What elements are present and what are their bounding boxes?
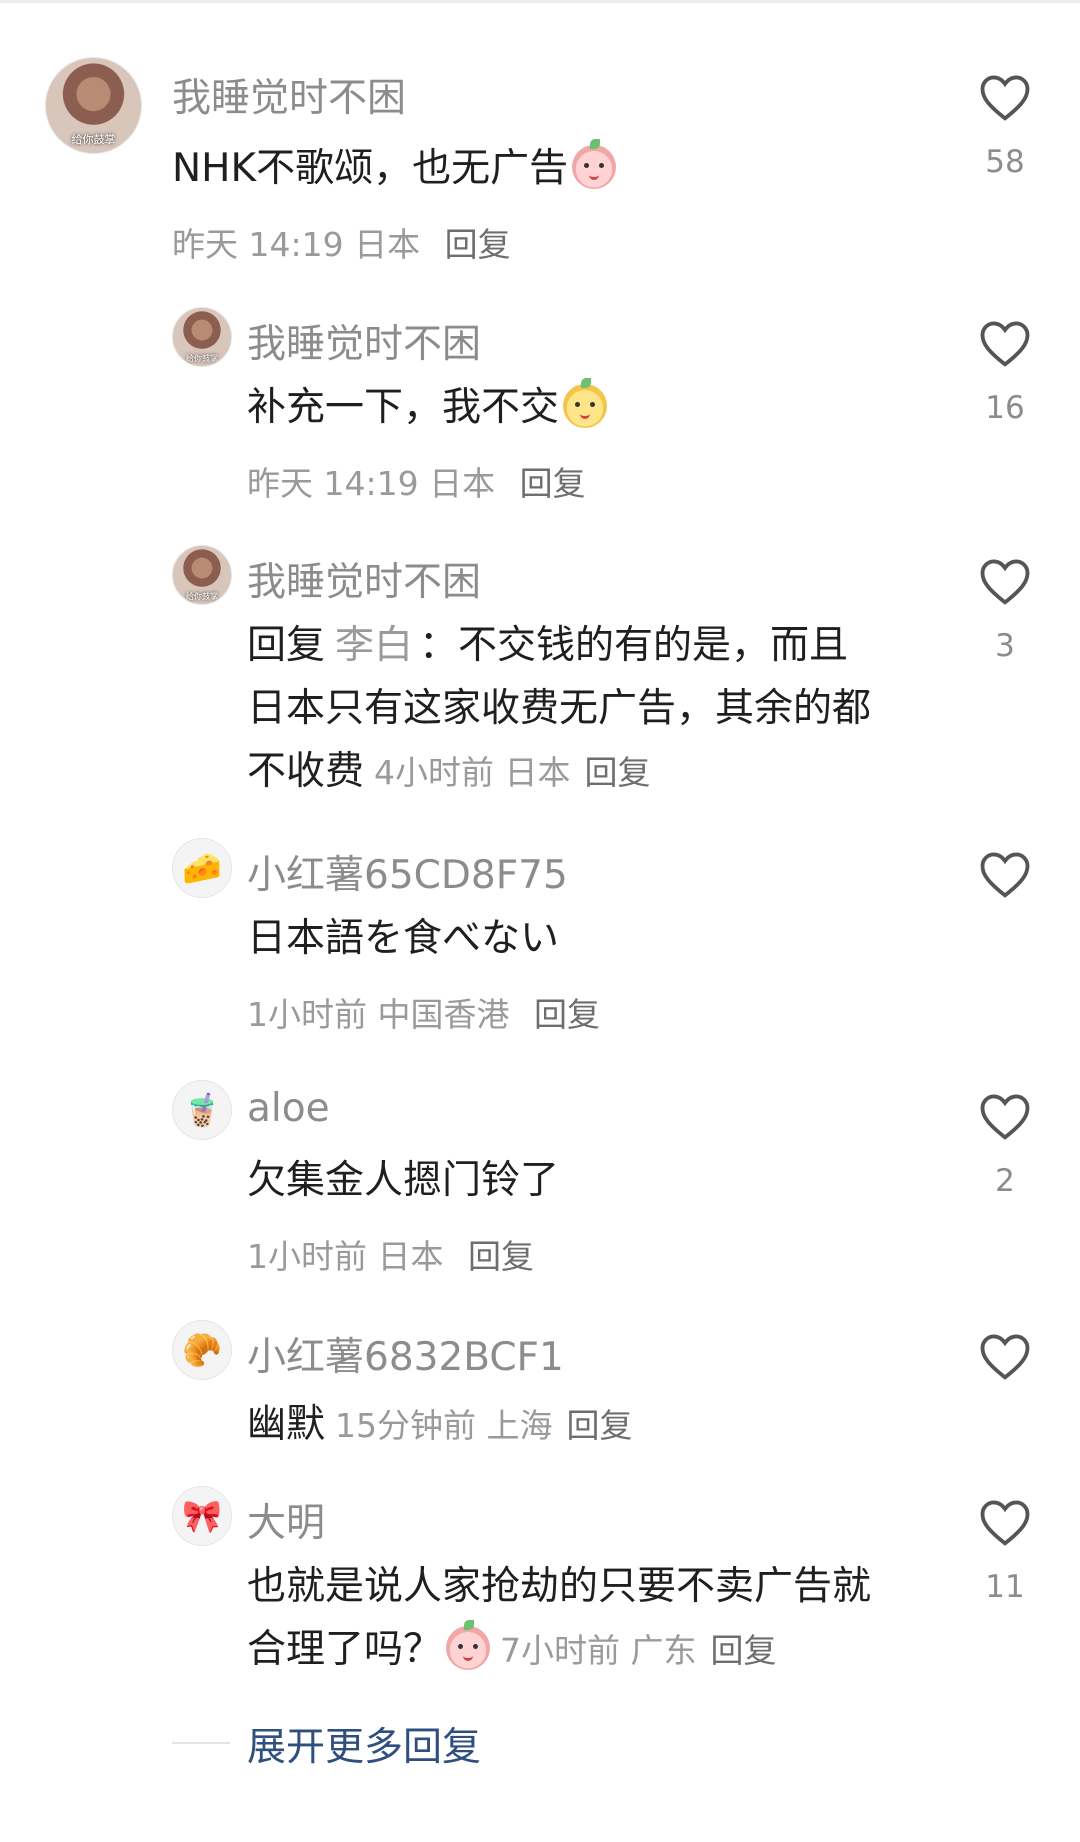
comment-text-line: 回复 李白 ：不交钱的有的是，而且	[247, 614, 987, 677]
bubble-tea-icon: 🧋	[182, 1091, 222, 1129]
comment-text-line: 日本只有这家收费无广告，其余的都	[247, 686, 872, 731]
comment-text[interactable]: 补充一下，我不交	[247, 376, 987, 439]
comment-meta: 昨天 14:19 日本 回复	[247, 457, 586, 505]
heart-icon	[980, 321, 1030, 367]
comment-location: 日本	[429, 464, 496, 503]
reply-button[interactable]: 回复	[468, 1237, 534, 1276]
avatar[interactable]: 给你鼓掌	[172, 545, 232, 605]
comment-time: 昨天 14:19	[172, 225, 344, 264]
comment-location: 上海	[486, 1406, 553, 1445]
comment-meta: 1小时前 日本 回复	[247, 1230, 534, 1278]
comment-text-content: 补充一下，我不交	[247, 385, 560, 430]
heart-icon	[980, 1334, 1030, 1380]
heart-icon	[980, 75, 1030, 121]
like-button[interactable]	[975, 1091, 1035, 1141]
like-count: 58	[985, 144, 1025, 180]
comment-time: 4小时前	[374, 753, 495, 792]
heart-icon	[980, 559, 1030, 605]
like-count: 3	[995, 628, 1015, 664]
comment-time: 1小时前	[247, 995, 367, 1034]
expand-divider	[172, 1742, 230, 1744]
peach-face-emoji-icon	[572, 139, 617, 189]
comment-text-content: 日本語を食べない	[247, 916, 560, 961]
avatar-caption: 给你鼓掌	[186, 354, 218, 363]
comment-text[interactable]: 回复 李白 ：不交钱的有的是，而且 日本只有这家收费无广告，其余的都 不收费 4小时前…	[247, 614, 987, 804]
reply-button[interactable]: 回复	[585, 753, 651, 792]
comment-meta: 1小时前 中国香港 回复	[247, 988, 600, 1036]
comment-location: 日本	[354, 225, 421, 264]
heart-icon	[980, 852, 1030, 898]
reply-button[interactable]: 回复	[445, 225, 511, 264]
reply-prefix: 回复	[247, 623, 326, 668]
comment-meta: 7小时前 广东 回复	[500, 1631, 777, 1670]
comment-text-content: ：不交钱的有的是，而且	[419, 623, 849, 668]
dog-face-emoji-icon	[563, 378, 608, 428]
reply-button[interactable]: 回复	[567, 1406, 633, 1445]
peach-face-emoji-icon	[446, 1620, 491, 1670]
avatar[interactable]: 给你鼓掌	[45, 57, 142, 154]
comment-time: 1小时前	[247, 1237, 367, 1276]
comment-location: 日本	[377, 1237, 444, 1276]
reply-button[interactable]: 回复	[534, 995, 600, 1034]
comment-text-line: 也就是说人家抢劫的只要不卖广告就	[247, 1564, 872, 1609]
expand-more-label[interactable]: 展开更多回复	[247, 1716, 481, 1772]
username[interactable]: 我睡觉时不困	[247, 313, 481, 369]
comment-text[interactable]: NHK不歌颂，也无广告	[172, 137, 912, 200]
comment-text-line: 合理了吗？ 7小时前 广东 回复	[247, 1618, 987, 1682]
avatar[interactable]: 🧋	[172, 1080, 232, 1140]
like-count: 11	[985, 1569, 1025, 1605]
reply-button[interactable]: 回复	[520, 464, 586, 503]
like-button[interactable]	[975, 72, 1035, 122]
comment-text[interactable]: 也就是说人家抢劫的只要不卖广告就 合理了吗？ 7小时前 广东 回复	[247, 1555, 987, 1682]
bow-icon: 🎀	[182, 1497, 222, 1535]
comment-text-content: 幽默	[247, 1402, 326, 1447]
comment-location: 日本	[504, 753, 571, 792]
username[interactable]: 小红薯6832BCF1	[247, 1326, 564, 1382]
like-button[interactable]	[975, 556, 1035, 606]
like-button[interactable]	[975, 849, 1035, 899]
heart-icon	[980, 1094, 1030, 1140]
username[interactable]: aloe	[247, 1086, 330, 1131]
avatar-caption: 给你鼓掌	[71, 133, 116, 146]
comment-text-content: 欠集金人摁门铃了	[247, 1158, 560, 1203]
reply-button[interactable]: 回复	[711, 1631, 777, 1670]
comment-time: 7小时前	[500, 1631, 621, 1670]
like-button[interactable]	[975, 1497, 1035, 1547]
comment-text-content: 不收费	[247, 749, 365, 794]
comment-meta: 15分钟前 上海 回复	[335, 1406, 633, 1445]
heart-icon	[980, 1500, 1030, 1546]
avatar[interactable]: 🎀	[172, 1486, 232, 1546]
comment-text[interactable]: 欠集金人摁门铃了	[247, 1149, 987, 1212]
like-count: 2	[995, 1163, 1015, 1199]
croissant-icon: 🥐	[182, 1331, 222, 1369]
avatar[interactable]: 🧀	[172, 838, 232, 898]
avatar-caption: 给你鼓掌	[186, 592, 218, 601]
avatar[interactable]: 给你鼓掌	[172, 307, 232, 367]
comment-text-line: 不收费 4小时前 日本 回复	[247, 740, 987, 804]
reply-to-username[interactable]: 李白	[335, 623, 413, 668]
username[interactable]: 我睡觉时不困	[172, 67, 406, 123]
comment-text[interactable]: 日本語を食べない	[247, 907, 987, 970]
comment-meta: 昨天 14:19 日本 回复	[172, 218, 511, 266]
username[interactable]: 我睡觉时不困	[247, 551, 481, 607]
comment-text-content: NHK不歌颂，也无广告	[172, 146, 569, 191]
comment-meta: 4小时前 日本 回复	[374, 753, 651, 792]
comment-time: 15分钟前	[335, 1406, 477, 1445]
username[interactable]: 小红薯65CD8F75	[247, 844, 568, 900]
like-button[interactable]	[975, 318, 1035, 368]
comment-location: 中国香港	[377, 995, 510, 1034]
avatar[interactable]: 🥐	[172, 1320, 232, 1380]
comment-location: 广东	[630, 1631, 697, 1670]
comment-text-content: 合理了吗？	[247, 1627, 443, 1672]
like-count: 16	[985, 390, 1025, 426]
username[interactable]: 大明	[247, 1492, 325, 1548]
like-button[interactable]	[975, 1331, 1035, 1381]
comment-time: 昨天 14:19	[247, 464, 419, 503]
cheese-icon: 🧀	[182, 849, 222, 887]
top-divider	[0, 0, 1080, 3]
comment-text[interactable]: 幽默 15分钟前 上海 回复	[247, 1393, 987, 1457]
